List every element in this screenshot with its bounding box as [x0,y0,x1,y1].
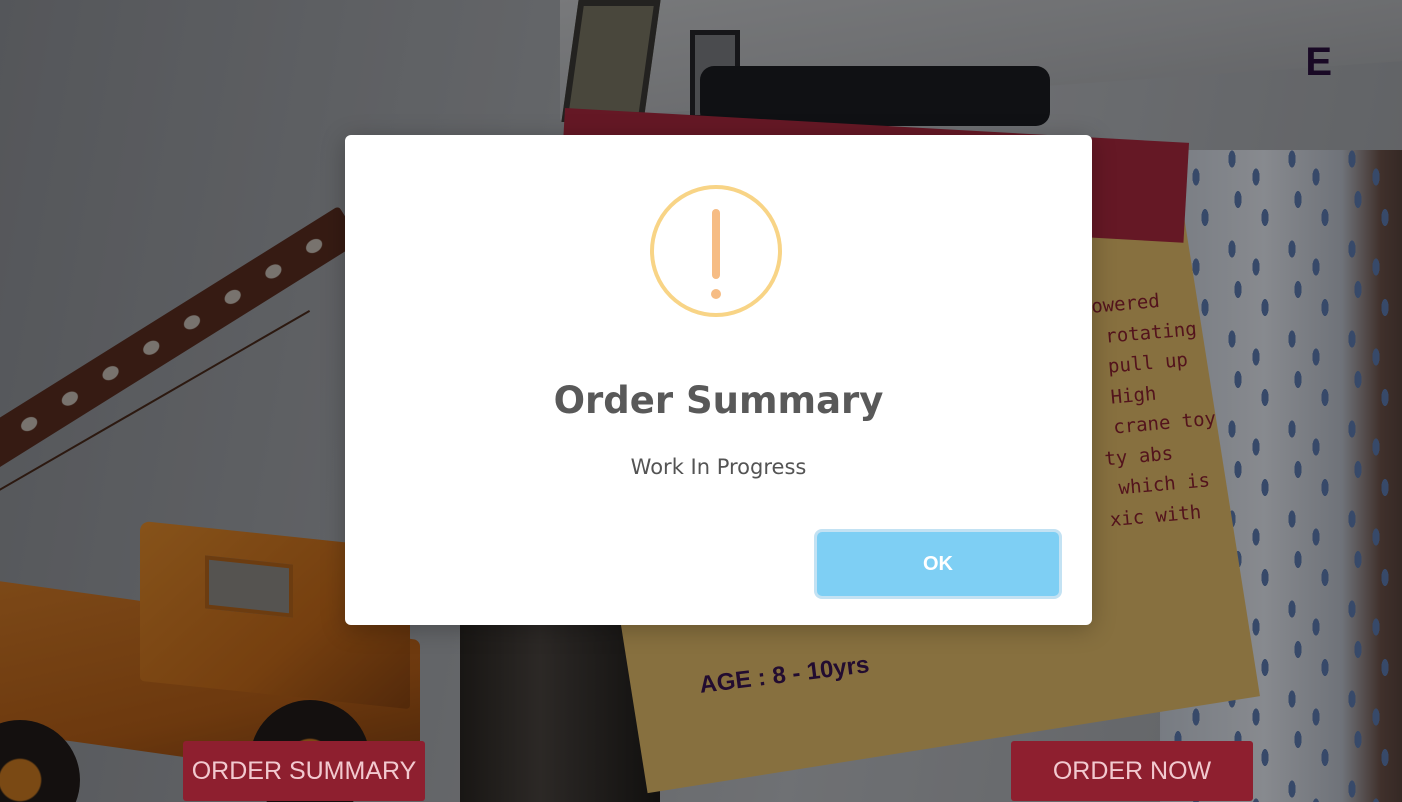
dialog-message: Work In Progress [630,455,807,479]
warning-icon [650,185,782,317]
order-now-button[interactable]: ORDER NOW [1011,741,1253,801]
warning-icon-dot [711,289,721,299]
order-summary-button[interactable]: ORDER SUMMARY [183,741,425,801]
dialog-title: Order Summary [553,379,884,422]
ok-button[interactable]: OK [817,532,1059,596]
warning-icon-bar [712,209,720,279]
alert-dialog: Order Summary Work In Progress OK [345,135,1092,625]
